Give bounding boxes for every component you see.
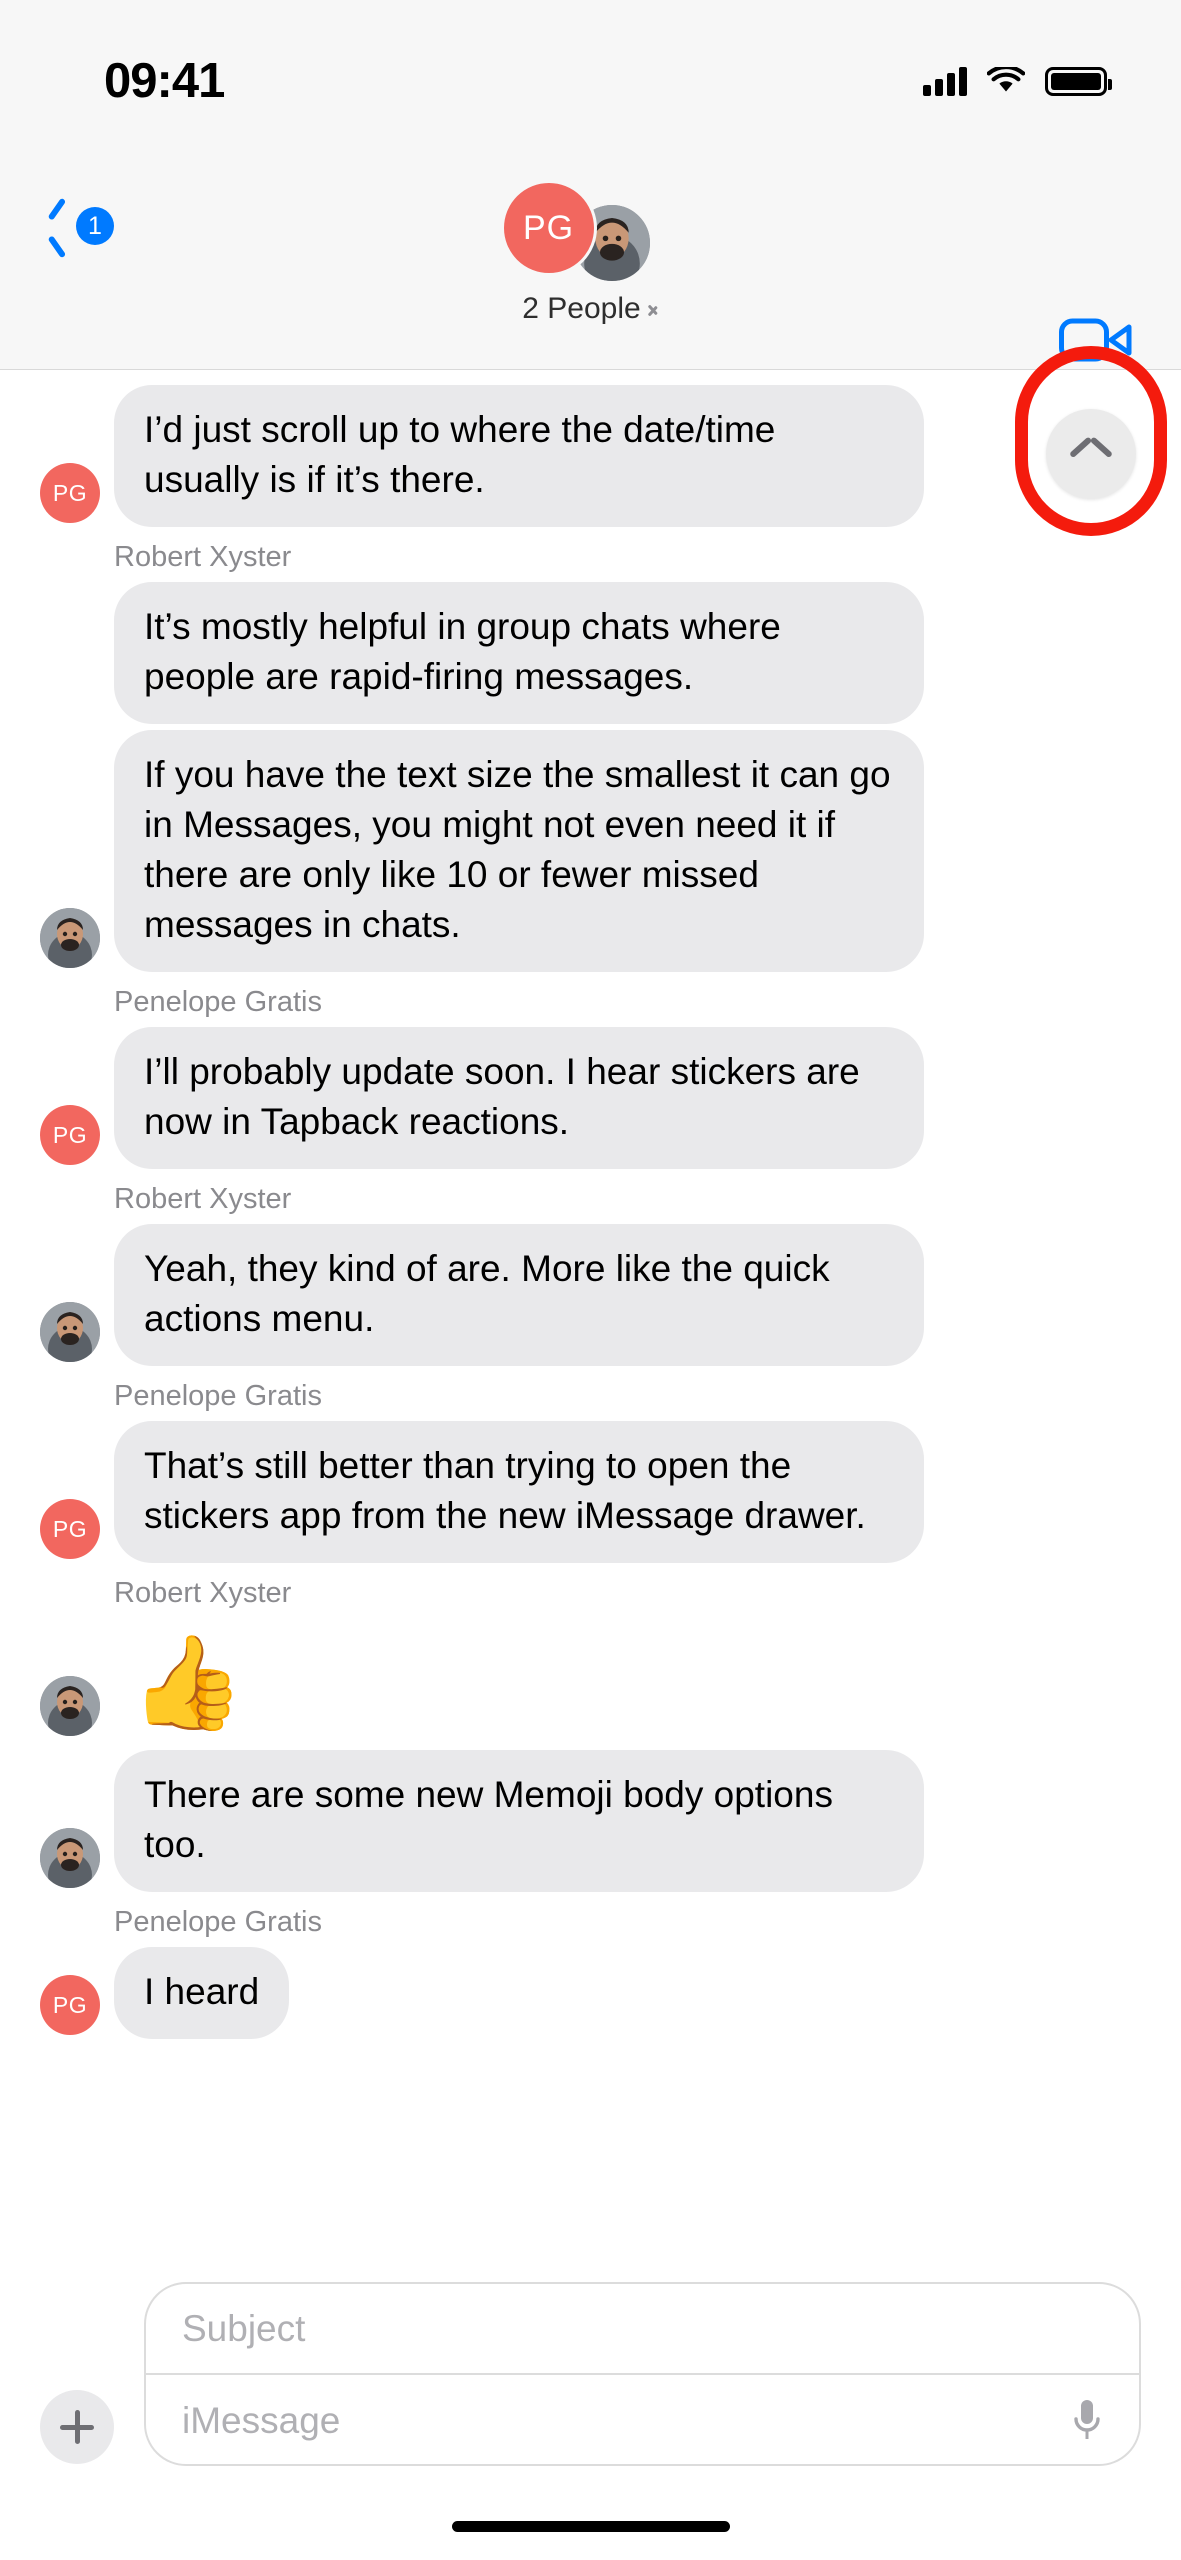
- sender-label: Penelope Gratis: [114, 1380, 322, 1412]
- message-row: It’s mostly helpful in group chats where…: [0, 582, 1181, 724]
- message-row: PG That’s still better than trying to op…: [0, 1421, 1181, 1563]
- avatar: PG: [40, 1499, 100, 1559]
- participants-button[interactable]: 2 People: [522, 292, 658, 326]
- message-input-row[interactable]: iMessage: [146, 2375, 1139, 2464]
- composer-inputs: Subject iMessage: [144, 2282, 1141, 2466]
- scroll-to-top-button[interactable]: [1046, 409, 1136, 499]
- message-row: Yeah, they kind of are. More like the qu…: [0, 1224, 1181, 1366]
- avatar: PG: [40, 1975, 100, 2035]
- sender-label: Penelope Gratis: [114, 986, 322, 1018]
- chevron-right-icon: [649, 300, 659, 318]
- conversation-avatars[interactable]: PG: [500, 180, 681, 285]
- message-bubble[interactable]: There are some new Memoji body options t…: [104, 1750, 924, 1892]
- message-row: There are some new Memoji body options t…: [0, 1750, 1181, 1892]
- message-row: PG I’ll probably update soon. I hear sti…: [0, 1027, 1181, 1169]
- avatar: [40, 1828, 100, 1888]
- avatar-photo: [40, 1828, 100, 1888]
- unread-count-badge: 1: [76, 207, 114, 245]
- status-indicators: [923, 65, 1112, 96]
- avatar-photo: [40, 1302, 100, 1362]
- video-camera-icon: [1059, 318, 1132, 362]
- avatar: [40, 1302, 100, 1362]
- avatar: PG: [40, 463, 100, 523]
- message-list[interactable]: PG I’d just scroll up to where the date/…: [0, 371, 1181, 2248]
- back-button[interactable]: 1: [48, 206, 114, 246]
- message-input[interactable]: iMessage: [182, 2400, 340, 2442]
- message-bubble[interactable]: That’s still better than trying to open …: [104, 1421, 924, 1563]
- battery-full-icon: [1045, 66, 1112, 96]
- avatar-spacer: [40, 660, 100, 720]
- chevron-up-icon: [1071, 442, 1111, 466]
- chevron-left-icon: [48, 206, 70, 246]
- participants-label: 2 People: [522, 292, 641, 325]
- iphone-messages-screen: 09:41 1 PG 2 People PG I’d just scroll u…: [0, 0, 1181, 2560]
- message-bubble[interactable]: Yeah, they kind of are. More like the qu…: [104, 1224, 924, 1366]
- nav-bar: 1 PG 2 People: [0, 140, 1181, 370]
- message-bubble[interactable]: I’ll probably update soon. I hear sticke…: [104, 1027, 924, 1169]
- composer-bar: Subject iMessage: [0, 2248, 1181, 2560]
- microphone-icon[interactable]: [1071, 2398, 1103, 2444]
- message-bubble[interactable]: I’d just scroll up to where the date/tim…: [104, 385, 924, 527]
- message-row: PG I heard: [0, 1947, 1181, 2039]
- avatar: PG: [40, 1105, 100, 1165]
- message-row: PG I’d just scroll up to where the date/…: [0, 385, 1181, 527]
- avatar: [40, 908, 100, 968]
- add-attachment-button[interactable]: [40, 2390, 114, 2464]
- sender-label: Robert Xyster: [114, 1183, 292, 1215]
- avatar-photo: [40, 1676, 100, 1736]
- avatar-photo: [40, 908, 100, 968]
- sender-label: Robert Xyster: [114, 541, 292, 573]
- sender-label: Penelope Gratis: [114, 1906, 322, 1938]
- avatar-penelope: PG: [500, 180, 597, 276]
- wifi-icon: [986, 65, 1026, 95]
- subject-input[interactable]: Subject: [146, 2284, 1139, 2375]
- emoji-message[interactable]: 👍: [114, 1620, 261, 1740]
- avatar: [40, 1676, 100, 1736]
- facetime-button[interactable]: [1059, 315, 1133, 365]
- message-bubble[interactable]: I heard: [103, 1947, 290, 2039]
- cellular-bars-icon: [923, 66, 967, 96]
- message-row: 👍: [0, 1620, 1181, 1740]
- sender-label: Robert Xyster: [114, 1577, 292, 1609]
- message-bubble[interactable]: It’s mostly helpful in group chats where…: [114, 582, 924, 724]
- message-row: If you have the text size the smallest i…: [0, 730, 1181, 972]
- status-bar: 09:41: [0, 0, 1181, 140]
- home-indicator: [451, 2521, 730, 2532]
- message-bubble[interactable]: If you have the text size the smallest i…: [104, 730, 924, 972]
- status-time: 09:41: [104, 54, 225, 108]
